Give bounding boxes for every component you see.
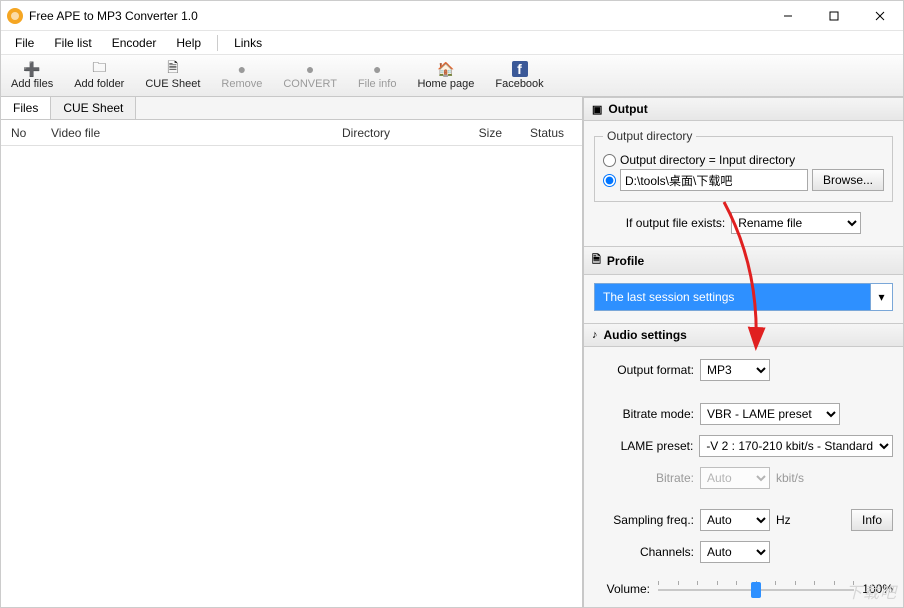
output-body: Output directory Output directory = Inpu…	[584, 121, 903, 246]
facebook-icon: f	[512, 61, 528, 77]
profile-select[interactable]: The last session settings ▾	[594, 283, 893, 311]
maximize-button[interactable]	[811, 1, 857, 30]
add-files-button[interactable]: ➕ Add files	[1, 55, 64, 96]
col-no[interactable]: No	[1, 126, 41, 140]
tab-files[interactable]: Files	[1, 97, 51, 119]
window-controls	[765, 1, 903, 30]
menu-links[interactable]: Links	[226, 33, 270, 53]
channels-label: Channels:	[594, 545, 694, 559]
file-list-header: No Video file Directory Size Status	[1, 120, 582, 146]
file-list-body[interactable]	[1, 146, 582, 607]
output-header-label: Output	[608, 102, 647, 116]
bitrate-mode-label: Bitrate mode:	[594, 407, 694, 421]
settings-pane: ▣ Output Output directory Output directo…	[583, 97, 903, 607]
menu-file[interactable]: File	[7, 33, 42, 53]
bitrate-select: Auto	[700, 467, 770, 489]
remove-button[interactable]: ● Remove	[211, 55, 273, 96]
menubar: File File list Encoder Help Links	[1, 31, 903, 55]
note-icon: ♪	[592, 329, 598, 341]
sheet-icon: 🗎	[165, 61, 181, 77]
radio-same-as-input[interactable]: Output directory = Input directory	[603, 153, 884, 167]
if-exists-select[interactable]: Rename file	[731, 212, 861, 234]
info-icon: ●	[369, 61, 385, 77]
profile-body: The last session settings ▾	[584, 275, 903, 323]
left-tabs: Files CUE Sheet	[1, 97, 582, 120]
browse-button[interactable]: Browse...	[812, 169, 884, 191]
bitrate-unit: kbit/s	[776, 471, 804, 485]
profile-header[interactable]: 🗎 Profile	[584, 246, 903, 275]
volume-label: Volume:	[594, 582, 650, 596]
lame-preset-select[interactable]: -V 2 : 170-210 kbit/s - Standard	[699, 435, 893, 457]
minimize-button[interactable]	[765, 1, 811, 30]
radio-same-as-input-input[interactable]	[603, 154, 616, 167]
cue-sheet-button[interactable]: 🗎 CUE Sheet	[135, 55, 211, 96]
convert-icon: ●	[302, 61, 318, 77]
volume-thumb[interactable]	[751, 582, 761, 598]
sampling-label: Sampling freq.:	[594, 513, 694, 527]
file-info-label: File info	[358, 78, 397, 90]
convert-label: CONVERT	[283, 78, 337, 90]
add-files-label: Add files	[11, 78, 53, 90]
tab-cue-sheet[interactable]: CUE Sheet	[51, 97, 136, 119]
home-icon: 🏠	[438, 61, 454, 77]
file-info-button[interactable]: ● File info	[348, 55, 408, 96]
if-exists-label: If output file exists:	[626, 216, 725, 230]
radio-custom-path-row: Browse...	[603, 169, 884, 191]
col-size[interactable]: Size	[452, 126, 512, 140]
toolbar: ➕ Add files 🗀 Add folder 🗎 CUE Sheet ● R…	[1, 55, 903, 97]
bitrate-mode-select[interactable]: VBR - LAME preset	[700, 403, 840, 425]
menu-help[interactable]: Help	[168, 33, 209, 53]
close-button[interactable]	[857, 1, 903, 30]
col-video-file[interactable]: Video file	[41, 126, 332, 140]
folder-icon: 🗀	[91, 61, 107, 77]
audio-body: Output format: MP3 Bitrate mode: VBR - L…	[584, 347, 903, 607]
sampling-select[interactable]: Auto	[700, 509, 770, 531]
sampling-unit: Hz	[776, 513, 791, 527]
home-page-button[interactable]: 🏠 Home page	[407, 55, 485, 96]
chevron-down-icon[interactable]: ▾	[870, 284, 892, 310]
col-status[interactable]: Status	[512, 126, 582, 140]
output-path-input[interactable]	[620, 169, 808, 191]
volume-value: 100%	[862, 582, 893, 596]
facebook-button[interactable]: f Facebook	[485, 55, 554, 96]
output-directory-legend: Output directory	[603, 129, 696, 143]
channels-select[interactable]: Auto	[700, 541, 770, 563]
radio-custom-path[interactable]	[603, 174, 616, 187]
audio-header-label: Audio settings	[604, 328, 687, 342]
remove-icon: ●	[234, 61, 250, 77]
main: Files CUE Sheet No Video file Directory …	[1, 97, 903, 607]
col-directory[interactable]: Directory	[332, 126, 452, 140]
add-folder-label: Add folder	[74, 78, 124, 90]
output-directory-group: Output directory Output directory = Inpu…	[594, 129, 893, 202]
plus-icon: ➕	[24, 61, 40, 77]
radio-same-as-input-label: Output directory = Input directory	[620, 153, 795, 167]
output-format-select[interactable]: MP3	[700, 359, 770, 381]
cue-sheet-label: CUE Sheet	[145, 78, 200, 90]
remove-label: Remove	[221, 78, 262, 90]
app-icon	[7, 8, 23, 24]
profile-icon: 🗎	[592, 251, 601, 270]
menu-filelist[interactable]: File list	[46, 33, 99, 53]
facebook-label: Facebook	[495, 78, 543, 90]
window-title: Free APE to MP3 Converter 1.0	[29, 9, 198, 23]
collapse-icon: ▣	[592, 103, 602, 116]
profile-header-label: Profile	[607, 254, 644, 268]
titlebar: Free APE to MP3 Converter 1.0	[1, 1, 903, 31]
menu-encoder[interactable]: Encoder	[104, 33, 165, 53]
add-folder-button[interactable]: 🗀 Add folder	[64, 55, 135, 96]
output-format-label: Output format:	[594, 363, 694, 377]
file-list-pane: Files CUE Sheet No Video file Directory …	[1, 97, 583, 607]
info-button[interactable]: Info	[851, 509, 893, 531]
volume-slider[interactable]	[658, 579, 854, 599]
bitrate-label: Bitrate:	[594, 471, 694, 485]
profile-current: The last session settings	[595, 284, 870, 310]
menu-divider	[217, 35, 218, 51]
home-page-label: Home page	[417, 78, 474, 90]
convert-button[interactable]: ● CONVERT	[273, 55, 348, 96]
output-header[interactable]: ▣ Output	[584, 97, 903, 121]
lame-preset-label: LAME preset:	[594, 439, 693, 453]
volume-row: Volume: 100%	[594, 579, 893, 599]
audio-header[interactable]: ♪ Audio settings	[584, 323, 903, 347]
